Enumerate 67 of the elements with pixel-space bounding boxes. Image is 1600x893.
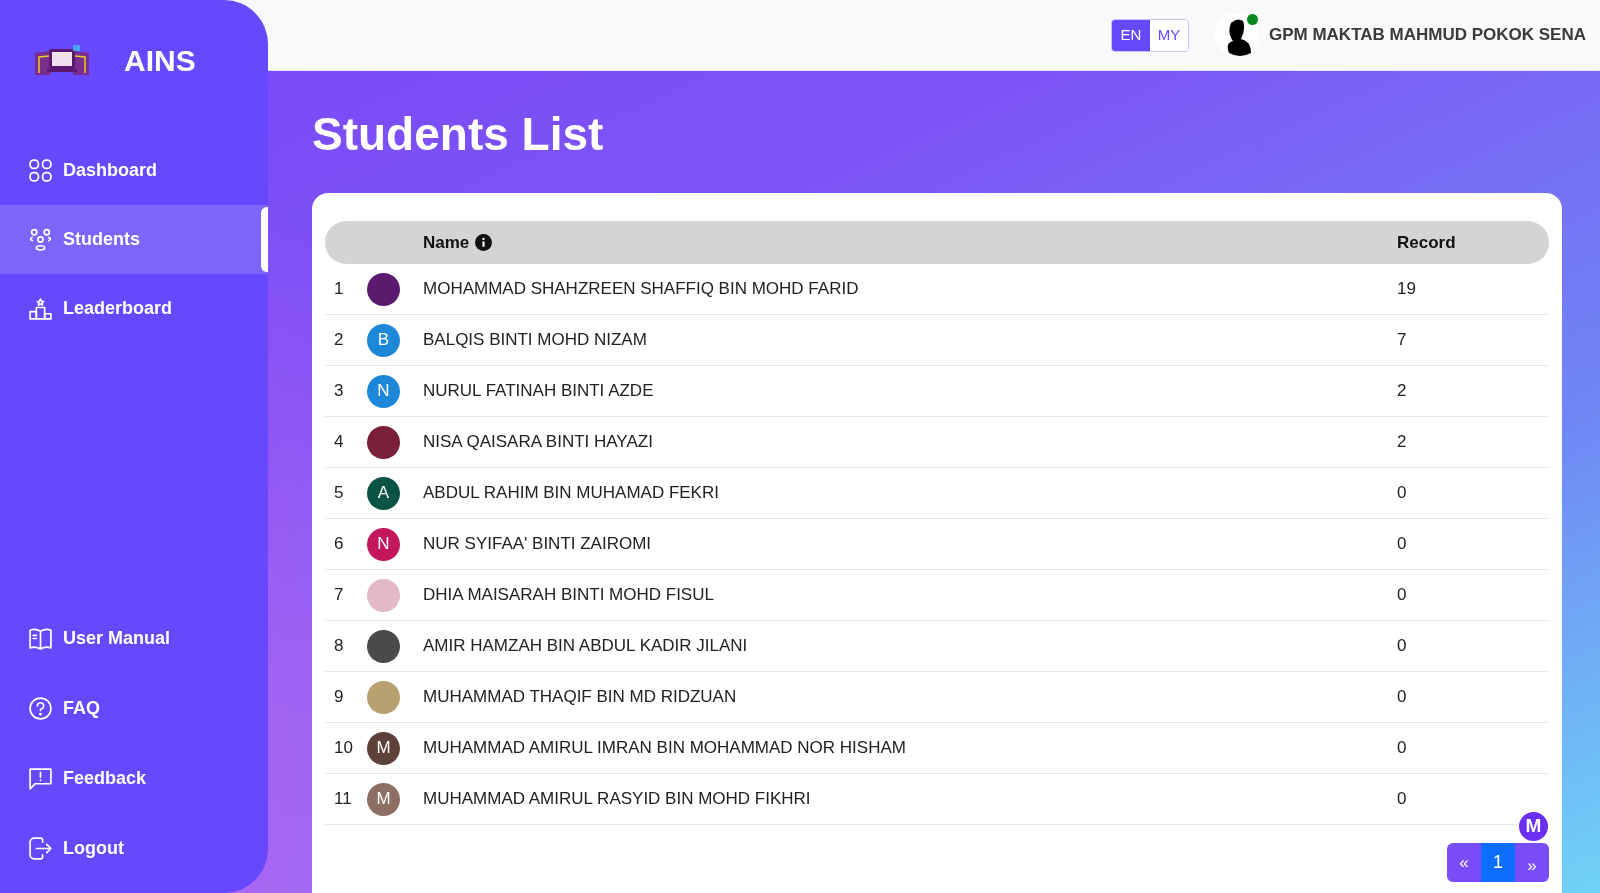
- record-count: 2: [1397, 431, 1408, 454]
- student-name: MUHAMMAD AMIRUL RASYID BIN MOHD FIKHRI: [423, 788, 812, 811]
- info-icon[interactable]: [475, 234, 493, 252]
- laptop-book-logo-icon: [33, 43, 91, 77]
- record-count: 0: [1397, 533, 1408, 556]
- student-name: DHIA MAISARAH BINTI MOHD FISUL: [423, 584, 715, 607]
- record-count: 0: [1397, 482, 1408, 505]
- avatar: M: [367, 731, 400, 765]
- row-number: 9: [333, 686, 345, 709]
- feedback-icon: [28, 765, 53, 791]
- record-count: 7: [1397, 329, 1408, 352]
- record-count: 0: [1397, 584, 1408, 607]
- student-name: NISA QAISARA BINTI HAYAZI: [423, 431, 654, 454]
- logout-icon: [28, 835, 53, 861]
- record-count: 0: [1397, 686, 1408, 709]
- podium-icon: [28, 296, 53, 321]
- student-name: AMIR HAMZAH BIN ABDUL KADIR JILANI: [423, 635, 749, 658]
- row-number: 1: [333, 278, 345, 301]
- record-count: 0: [1397, 788, 1408, 811]
- record-count: 19: [1397, 278, 1417, 301]
- record-count: 2: [1397, 380, 1408, 403]
- avatar: N: [367, 374, 400, 408]
- avatar-silhouette-icon: [1215, 13, 1259, 57]
- avatar: N: [367, 527, 400, 561]
- row-number: 4: [333, 431, 345, 454]
- student-name: BALQIS BINTI MOHD NIZAM: [423, 329, 648, 352]
- avatar: A: [367, 476, 400, 510]
- language-tab[interactable]: EN: [1112, 19, 1150, 51]
- avatar: M: [367, 782, 400, 816]
- record-count: 0: [1397, 737, 1408, 760]
- next-page-button[interactable]: »: [1515, 843, 1549, 883]
- row-number: 11: [333, 788, 353, 811]
- student-name: MUHAMMAD AMIRUL IMRAN BIN MOHAMMAD NOR HISHAM: [423, 737, 907, 760]
- student-name: MUHAMMAD THAQIF BIN MD RIDZUAN: [423, 686, 738, 709]
- users-icon: [28, 227, 53, 252]
- question-icon: [28, 695, 53, 721]
- sidebar-item[interactable]: FAQ: [0, 673, 268, 743]
- page-button[interactable]: 1: [1481, 843, 1515, 883]
- sidebar-item[interactable]: Dashboard: [0, 136, 268, 205]
- language-tab[interactable]: MY: [1150, 19, 1188, 51]
- previous-page-button[interactable]: «: [1447, 843, 1481, 883]
- record-count: 0: [1397, 635, 1408, 658]
- user-name: GPM MAKTAB MAHMUD POKOK SENA: [1269, 24, 1586, 47]
- avatar: B: [367, 323, 400, 357]
- sidebar-item[interactable]: Logout: [0, 813, 268, 883]
- chat-button[interactable]: M: [1517, 810, 1550, 843]
- sidebar-item[interactable]: Feedback: [0, 743, 268, 813]
- student-name: NUR SYIFAA' BINTI ZAIROMI: [423, 533, 653, 556]
- row-number: 7: [333, 584, 345, 607]
- row-number: 10: [333, 737, 354, 760]
- active-indicator: [261, 207, 268, 272]
- sidebar-item[interactable]: Students: [0, 205, 268, 274]
- sidebar-item[interactable]: User Manual: [0, 603, 268, 673]
- app-name: AINS: [124, 42, 196, 79]
- row-number: 6: [333, 533, 345, 556]
- row-number: 8: [333, 635, 345, 658]
- column-header: Name: [423, 231, 470, 254]
- student-name: MOHAMMAD SHAHZREEN SHAFFIQ BIN MOHD FARID: [423, 278, 860, 301]
- row-number: 5: [333, 482, 345, 505]
- page-title: Students List: [312, 107, 605, 162]
- row-number: 3: [333, 380, 345, 403]
- row-number: 2: [333, 329, 345, 352]
- sidebar-item[interactable]: Leaderboard: [0, 274, 268, 343]
- grid-icon: [28, 158, 53, 183]
- student-name: NURUL FATINAH BINTI AZDE: [423, 380, 655, 403]
- student-name: ABDUL RAHIM BIN MUHAMAD FEKRI: [423, 482, 720, 505]
- column-header: Record: [1397, 231, 1457, 254]
